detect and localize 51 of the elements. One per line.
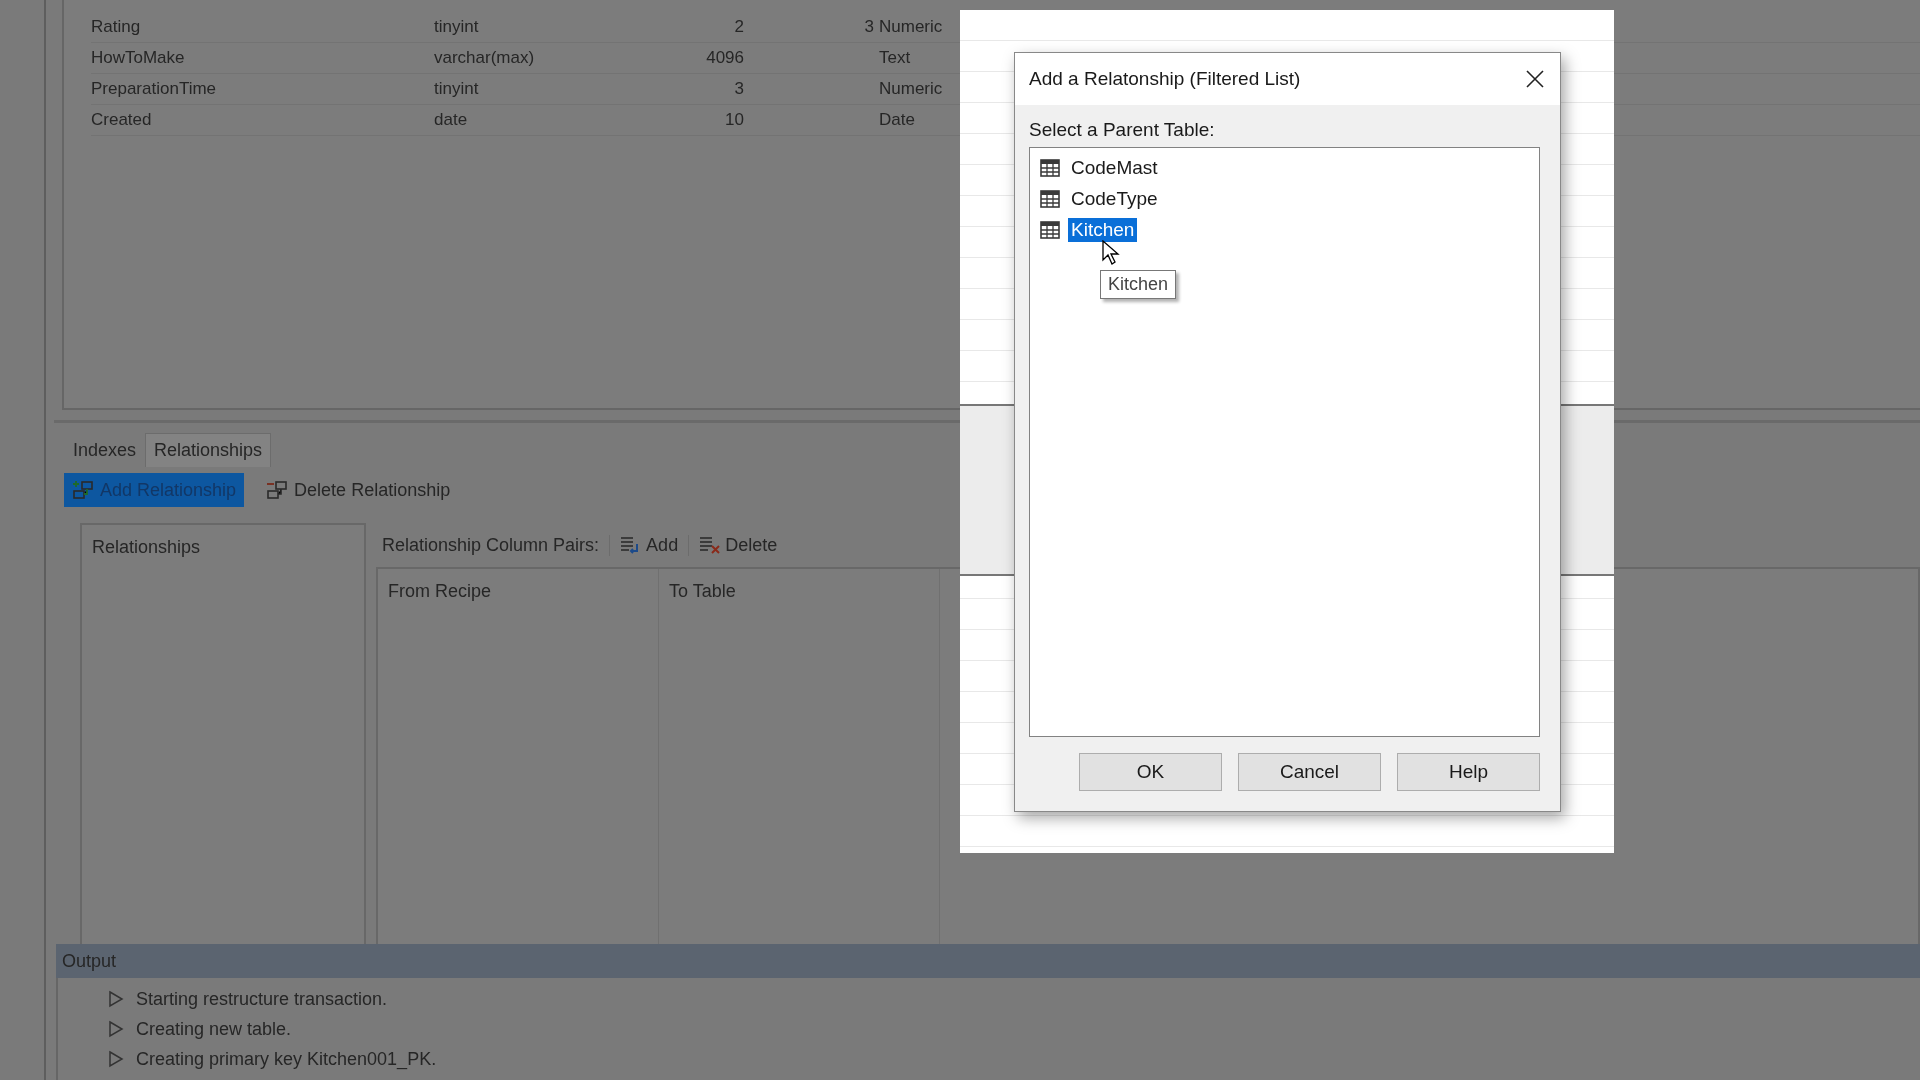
tab[interactable]: Relationships <box>145 433 272 467</box>
delete-row-icon <box>699 535 722 555</box>
table-list[interactable]: CodeMast CodeType Kitchen Kitchen <box>1029 147 1540 737</box>
output-line: Creating primary key Kitchen001_PK. <box>136 1048 437 1070</box>
category-cell-text: Numeric <box>878 79 944 99</box>
dialog-title: Add a Relatonship (Filtered List) <box>1029 68 1301 90</box>
dialog-button[interactable]: Help <box>1397 753 1540 791</box>
table-icon <box>1040 220 1060 239</box>
prompt-label: Select a Parent Table: <box>1029 119 1216 141</box>
column-name-cell-text: PreparationTime <box>91 79 218 99</box>
column-pairs-label: Relationship Column Pairs: <box>382 534 600 556</box>
length-cell-text: 2 <box>733 17 744 37</box>
column-name-cell-text: Created <box>91 110 153 130</box>
category-cell-text: Text <box>878 48 912 68</box>
column-header: From Recipe <box>388 581 492 601</box>
table-item[interactable]: CodeMast <box>1068 155 1161 180</box>
list-header: Relationships <box>91 536 202 559</box>
output-line: Starting restructure transaction. <box>136 988 388 1010</box>
dialog-button[interactable]: OK <box>1079 753 1222 791</box>
table-item[interactable]: CodeType <box>1068 186 1161 211</box>
data-type-cell-text: tinyint <box>434 17 480 37</box>
length-cell-text: 4096 <box>705 48 744 68</box>
delete-relationship-icon <box>266 479 289 501</box>
expand-arrow-icon[interactable] <box>108 1020 124 1038</box>
data-type-cell-text: tinyint <box>434 79 480 99</box>
category-cell-text: Numeric <box>878 17 944 37</box>
delete-relationship-button[interactable]: Delete Relationship <box>258 473 459 507</box>
length-cell-text: 3 <box>733 79 744 99</box>
data-type-cell-text: varchar(max) <box>434 48 536 68</box>
output-title: Output <box>62 950 117 972</box>
delete-button[interactable]: Delete <box>688 534 778 556</box>
tab[interactable]: Indexes <box>64 433 146 467</box>
column-header: To Table <box>669 581 736 601</box>
table-icon <box>1040 189 1060 208</box>
table-item[interactable]: Kitchen <box>1068 217 1138 242</box>
table-icon <box>1040 158 1060 177</box>
cursor-icon <box>1102 240 1120 266</box>
length-cell-text: 10 <box>724 110 744 130</box>
output-line: Creating new table. <box>136 1018 292 1040</box>
expand-arrow-icon[interactable] <box>108 990 124 1008</box>
close-button[interactable] <box>1524 68 1546 90</box>
column-name-cell-text: HowToMake <box>91 48 186 68</box>
column-name-cell-text: Rating <box>91 17 142 37</box>
tooltip: Kitchen <box>1100 270 1177 299</box>
decimals-cell: 3 <box>864 17 874 36</box>
dialog-button[interactable]: Cancel <box>1238 753 1381 791</box>
add-relationship-icon <box>72 479 94 501</box>
expand-arrow-icon[interactable] <box>108 1050 124 1068</box>
add-button[interactable]: Add <box>609 534 679 556</box>
category-cell-text: Date <box>878 110 916 130</box>
data-type-cell-text: date <box>434 110 469 130</box>
